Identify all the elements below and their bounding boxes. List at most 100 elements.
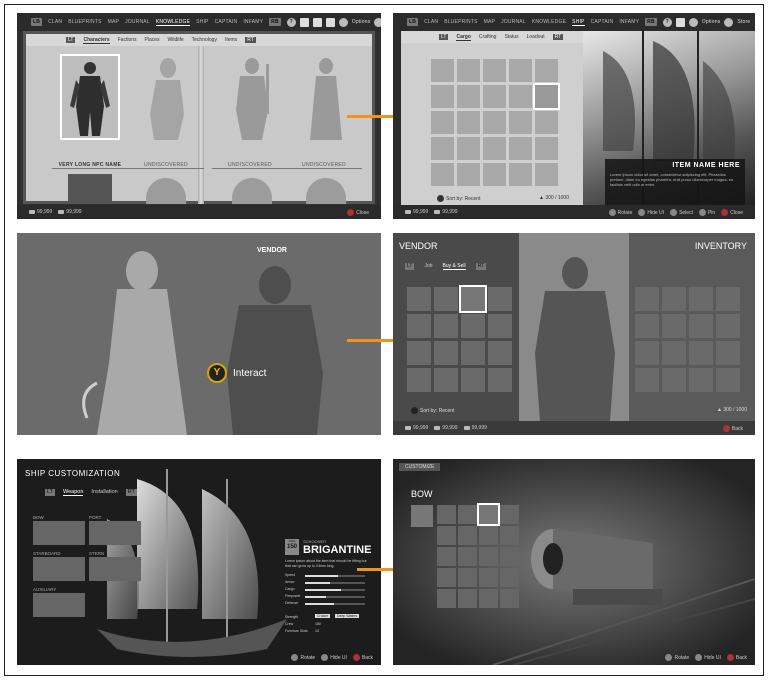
tab-places[interactable]: Places [145, 37, 160, 43]
tab-loadout[interactable]: Loadout [527, 34, 545, 40]
cargo-slot[interactable] [431, 137, 454, 160]
vendor-slot[interactable] [434, 368, 458, 392]
cargo-slot[interactable] [483, 137, 506, 160]
cargo-slot[interactable] [431, 163, 454, 186]
lb-badge[interactable]: LB [407, 18, 419, 26]
cargo-slot[interactable] [535, 163, 558, 186]
interact-prompt[interactable]: Y Interact [207, 363, 266, 383]
inventory-slot[interactable] [662, 314, 686, 338]
weapon-slot[interactable] [458, 589, 477, 608]
inventory-slot[interactable] [662, 287, 686, 311]
options-label[interactable]: Options [702, 19, 721, 25]
weapon-slot[interactable] [458, 568, 477, 587]
slot-bow[interactable] [33, 521, 85, 545]
nav-blueprints[interactable]: BLUEPRINTS [444, 19, 477, 25]
inventory-slot[interactable] [716, 368, 740, 392]
nav-clan[interactable]: CLAN [424, 19, 438, 25]
back-action[interactable]: Back [726, 654, 747, 661]
nav-captain[interactable]: CAPTAIN [215, 19, 238, 25]
cargo-slot[interactable] [431, 59, 454, 82]
tab-installation[interactable]: Installation [91, 489, 117, 496]
weapon-slot[interactable] [500, 547, 519, 566]
nav-knowledge[interactable]: KNOWLEDGE [155, 19, 191, 26]
cargo-slot[interactable] [483, 59, 506, 82]
crew-icon-3[interactable] [325, 17, 335, 27]
cargo-slot[interactable] [483, 111, 506, 134]
tab-cargo[interactable]: Cargo [456, 34, 471, 41]
cargo-slot[interactable] [457, 85, 480, 108]
rb-badge[interactable]: RB [645, 18, 657, 26]
cargo-slot[interactable] [535, 137, 558, 160]
store-icon[interactable] [374, 17, 381, 27]
silhouette-thumb[interactable] [146, 178, 186, 204]
vendor-slot[interactable] [488, 287, 512, 311]
store-label[interactable]: Store [737, 19, 750, 25]
cargo-slot[interactable] [483, 163, 506, 186]
inventory-slot[interactable] [662, 368, 686, 392]
tab-job[interactable]: Job [424, 263, 432, 270]
rt-badge[interactable]: RT [552, 34, 564, 40]
weapon-slot[interactable] [437, 589, 456, 608]
silhouette-thumb[interactable] [232, 178, 272, 204]
vendor-slot[interactable] [461, 368, 485, 392]
slot-port[interactable] [89, 521, 141, 545]
cargo-slot[interactable] [509, 85, 532, 108]
vendor-slot[interactable] [434, 341, 458, 365]
weapon-slot[interactable] [479, 526, 498, 545]
crew-icon[interactable] [299, 17, 309, 27]
tab-items[interactable]: Items [225, 37, 237, 43]
inventory-slot[interactable] [689, 314, 713, 338]
sort-control[interactable]: Sort by: Recent [437, 195, 480, 202]
rotate-action[interactable]: Rotate [291, 654, 315, 661]
store-icon[interactable] [724, 17, 734, 27]
cargo-slot[interactable] [431, 85, 454, 108]
weapon-slot[interactable] [500, 589, 519, 608]
customize-button[interactable]: CUSTOMIZE [399, 463, 441, 471]
crew-icon[interactable] [675, 17, 685, 27]
inventory-slot[interactable] [635, 341, 659, 365]
hideui-action[interactable]: Hide UI [638, 208, 664, 216]
inventory-slot[interactable] [716, 287, 740, 311]
tab-factions[interactable]: Factions [118, 37, 137, 43]
cargo-slot-selected[interactable] [533, 83, 560, 110]
weapon-slot[interactable] [458, 505, 477, 524]
weapon-slot[interactable] [479, 589, 498, 608]
profile-icon[interactable]: ? [286, 17, 296, 27]
cargo-slot[interactable] [457, 59, 480, 82]
inventory-slot[interactable] [635, 287, 659, 311]
weapon-slot[interactable] [437, 547, 456, 566]
vendor-slot[interactable] [407, 314, 431, 338]
close-action[interactable]: Close [721, 208, 743, 216]
vendor-slot[interactable] [461, 314, 485, 338]
vendor-sort-control[interactable]: Sort by: Recent [411, 407, 454, 414]
cargo-slot[interactable] [509, 59, 532, 82]
vendor-slot[interactable] [434, 287, 458, 311]
weapon-slot[interactable] [437, 526, 456, 545]
nav-journal[interactable]: JOURNAL [125, 19, 150, 25]
lt-badge[interactable]: LT [66, 37, 76, 43]
inventory-slot[interactable] [716, 314, 740, 338]
cargo-slot[interactable] [457, 111, 480, 134]
lt-badge[interactable]: LT [439, 34, 449, 40]
slot-auxiliary[interactable] [33, 593, 85, 617]
inventory-slot[interactable] [635, 368, 659, 392]
weapon-slot[interactable] [500, 568, 519, 587]
back-action[interactable]: Back [722, 424, 743, 432]
equipped-weapon[interactable] [411, 505, 433, 527]
nav-map[interactable]: MAP [108, 19, 119, 25]
vendor-slot[interactable] [488, 368, 512, 392]
cargo-slot[interactable] [509, 137, 532, 160]
cargo-slot[interactable] [457, 137, 480, 160]
options-icon[interactable] [688, 17, 698, 27]
rt-badge[interactable]: RT [245, 37, 256, 43]
hideui-action[interactable]: Hide UI [321, 654, 347, 661]
options-label[interactable]: Options [352, 19, 371, 25]
npc-card-selected[interactable] [60, 54, 120, 140]
inventory-slot[interactable] [689, 368, 713, 392]
hideui-action[interactable]: Hide UI [695, 654, 721, 661]
inventory-slot[interactable] [635, 314, 659, 338]
slot-stern[interactable] [89, 557, 141, 581]
vendor-slot[interactable] [488, 314, 512, 338]
info-chip[interactable]: Deep Waters [335, 614, 360, 618]
nav-ship[interactable]: SHIP [572, 19, 585, 26]
